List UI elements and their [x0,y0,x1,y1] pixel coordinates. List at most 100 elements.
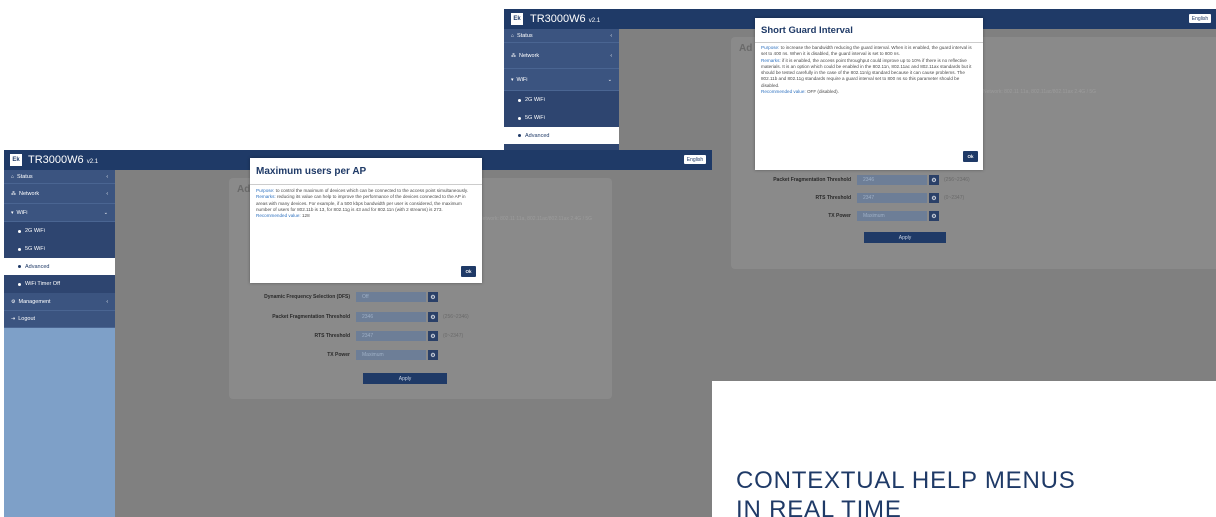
bullet-icon [518,116,521,120]
panel-background-text: Network: 802.11 11a, 802.11ac/802.11ax 2… [983,89,1097,95]
front-window: Ek TR3000W6 v2.1 English ⌂ Status ‹ ⁂ Ne… [4,150,712,517]
help-modal-maximum-users-per-ap: Maximum users per AP Purpose: to control… [250,158,482,283]
field-label: RTS Threshold [314,333,350,339]
home-icon: ⌂ [11,173,15,180]
recommended-text: Recommended value: OFF (disabled). [761,89,977,95]
modal-divider [250,184,482,185]
dfs-select[interactable]: Off [356,292,426,302]
sidebar-item-label: WiFi [16,209,28,216]
sidebar-item-5g-wifi[interactable]: 5G WiFi [4,240,115,258]
sidebar-item-wifi-timer-off[interactable]: WiFi Timer Off [4,275,115,293]
sidebar-item-label: WiFi [516,76,528,83]
purpose-description: to increase the bandwidth reducing the g… [761,45,972,57]
remarks-description: reducing its value can help to improve t… [256,194,466,212]
modal-body: Purpose: to control the maximum of devic… [256,188,476,219]
wifi-icon: ▾ [511,76,514,83]
sidebar-item-status[interactable]: ⌂ Status ‹ [504,29,619,43]
wifi-icon: ▾ [11,209,14,216]
frag-threshold-select[interactable]: 2346 [356,312,426,322]
ok-button[interactable]: Ok [461,266,476,277]
sidebar: ⌂ Status ‹ ⁂ Network ‹ ▾ WiFi ⌄ 2G WiFi … [4,170,115,517]
language-select[interactable]: English [684,155,706,164]
remarks-label: Remarks: [256,194,276,200]
gear-icon[interactable]: ⚙ [428,331,438,341]
gear-icon[interactable]: ⚙ [929,211,939,221]
frag-threshold-select[interactable]: 2346 [857,175,927,185]
remarks-text: Remarks: reducing its value can help to … [256,194,476,213]
sidebar-item-5g-wifi[interactable]: 5G WiFi [504,109,619,127]
product-version: v2.1 [588,18,601,24]
chevron-left-icon: ‹ [106,298,108,305]
sidebar-item-status[interactable]: ⌂ Status ‹ [4,170,115,184]
tx-power-select[interactable]: Maximum [356,350,426,360]
gear-icon[interactable]: ⚙ [929,175,939,185]
bullet-icon [18,265,21,268]
language-select[interactable]: English [1189,14,1211,23]
purpose-description: to control the maximum of devices which … [275,188,469,193]
field-label: TX Power [327,352,350,358]
sidebar-item-management[interactable]: ⚙ Management ‹ [4,293,115,311]
gear-icon: ⚙ [11,298,16,305]
logout-icon: ⇥ [11,316,16,322]
brand-logo: Ek [10,154,22,166]
chevron-left-icon: ‹ [610,32,612,39]
sidebar-item-wifi[interactable]: ▾ WiFi ⌄ [504,69,619,91]
bullet-icon [518,98,521,102]
frag-threshold-row: Packet Fragmentation Threshold 2346 ⚙ (2… [731,175,970,185]
dfs-row: Dynamic Frequency Selection (DFS) Off ⚙ [229,292,438,302]
apply-button[interactable]: Apply [363,373,447,384]
rts-threshold-select[interactable]: 2347 [857,193,927,203]
sidebar-item-label: Network [519,52,540,59]
sidebar-item-advanced[interactable]: Advanced [4,258,115,275]
sidebar-menu: ⌂ Status ‹ ⁂ Network ‹ ▾ WiFi ⌄ 2G WiFi … [504,29,619,162]
network-icon: ⁂ [511,52,516,59]
sidebar-item-logout[interactable]: ⇥ Logout [4,311,115,328]
remarks-label: Remarks: [761,57,781,63]
panel-title: Ad [739,43,753,54]
sidebar-item-label: Status [17,173,33,180]
sidebar-menu: ⌂ Status ‹ ⁂ Network ‹ ▾ WiFi ⌄ 2G WiFi … [4,170,115,328]
tx-power-row: TX Power Maximum ⚙ [229,350,438,360]
chevron-down-icon: ⌄ [103,209,108,216]
gear-icon[interactable]: ⚙ [428,312,438,322]
chevron-down-icon: ⌄ [607,76,612,83]
sidebar-item-wifi[interactable]: ▾ WiFi ⌄ [4,204,115,222]
tx-power-select[interactable]: Maximum [857,211,927,221]
recommended-label: Recommended value: [761,89,806,95]
sidebar-item-network[interactable]: ⁂ Network ‹ [504,43,619,69]
purpose-label: Purpose: [256,188,275,193]
field-label: TX Power [828,213,851,219]
sidebar-item-label: Status [517,32,533,39]
gear-icon[interactable]: ⚙ [428,292,438,302]
sidebar-item-label: 5G WiFi [525,115,545,121]
sidebar-item-network[interactable]: ⁂ Network ‹ [4,184,115,204]
modal-divider [755,42,983,43]
sidebar-item-2g-wifi[interactable]: 2G WiFi [4,222,115,240]
purpose-label: Purpose: [761,45,780,50]
recommended-value: OFF (disabled). [806,89,839,95]
ok-button[interactable]: Ok [963,151,978,162]
sidebar-item-label: 5G WiFi [25,246,45,252]
bullet-icon [18,247,21,251]
rts-threshold-row: RTS Threshold 2347 ⚙ (0~2347) [229,331,463,341]
gear-icon[interactable]: ⚙ [428,350,438,360]
feature-headline: CONTEXTUAL HELP MENUS IN REAL TIME [736,466,1206,517]
modal-body: Purpose: to increase the bandwidth reduc… [761,45,977,95]
gear-icon[interactable]: ⚙ [929,193,939,203]
sidebar-item-label: 2G WiFi [525,97,545,103]
bullet-icon [18,282,21,286]
sidebar-item-label: Management [18,298,51,305]
help-modal-short-guard-interval: Short Guard Interval Purpose: to increas… [755,18,983,170]
chevron-left-icon: ‹ [106,173,108,180]
apply-button[interactable]: Apply [864,232,946,243]
field-range: (0~2347) [944,195,965,201]
rts-threshold-row: RTS Threshold 2347 ⚙ (0~2347) [731,193,964,203]
sidebar-item-advanced[interactable]: Advanced [504,127,619,144]
field-range: (0~2347) [443,333,464,339]
network-icon: ⁂ [11,190,16,197]
sidebar-item-label: Logout [18,316,36,322]
frag-threshold-row: Packet Fragmentation Threshold 2346 ⚙ (2… [229,312,469,322]
rts-threshold-select[interactable]: 2347 [356,331,426,341]
sidebar-item-2g-wifi[interactable]: 2G WiFi [504,91,619,109]
headline-line-2: IN REAL TIME [736,496,902,517]
